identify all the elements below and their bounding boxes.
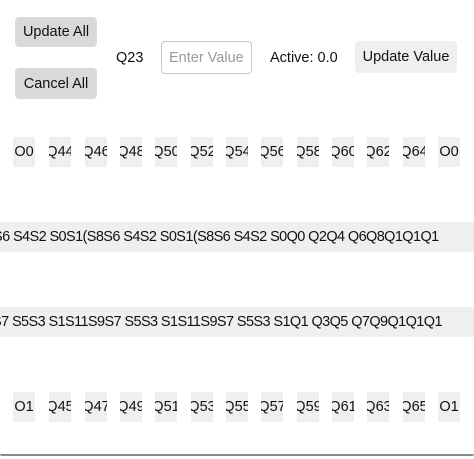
cell-button[interactable]: Q61 xyxy=(332,392,354,422)
value-input[interactable]: Enter Value xyxy=(161,41,252,74)
cell-button[interactable]: Q53 xyxy=(191,392,213,422)
cell-row-1: O0 Q44 Q46 Q48 Q50 Q52 Q54 Q56 Q58 Q60 Q… xyxy=(0,137,474,167)
cell-button[interactable]: O1 xyxy=(13,392,35,422)
active-value-label: Active: 0.0 xyxy=(270,50,338,66)
update-value-button[interactable]: Update Value xyxy=(355,41,457,73)
cancel-all-button[interactable]: Cancel All xyxy=(15,68,97,99)
cell-button[interactable]: Q56 xyxy=(261,137,283,167)
cell-button[interactable]: Q44 xyxy=(49,137,71,167)
update-all-button[interactable]: Update All xyxy=(15,17,97,47)
cell-button[interactable]: Q57 xyxy=(261,392,283,422)
overlapping-cell-labels[interactable]: S7 S5S3 S1S11S9S7 S5S3 S1S11S9S7 S5S3 S1… xyxy=(0,307,443,337)
cell-button[interactable]: O0 xyxy=(438,137,460,167)
cell-button[interactable]: Q52 xyxy=(191,137,213,167)
cell-button[interactable]: Q50 xyxy=(155,137,177,167)
cell-button[interactable]: Q58 xyxy=(297,137,319,167)
selected-id-label: Q23 xyxy=(116,50,144,66)
cell-button[interactable]: Q64 xyxy=(403,137,425,167)
cell-button[interactable]: Q48 xyxy=(120,137,142,167)
cell-button[interactable]: Q46 xyxy=(85,137,107,167)
cell-button[interactable]: O1 xyxy=(438,392,460,422)
cell-row-2: S6 S4S2 S0S1(S8S6 S4S2 S0S1(S8S6 S4S2 S0… xyxy=(0,222,474,252)
cell-row-4: O1 Q45 Q47 Q49 Q51 Q53 Q55 Q57 Q59 Q61 Q… xyxy=(0,392,474,422)
cell-button[interactable]: Q60 xyxy=(332,137,354,167)
cell-button[interactable]: Q51 xyxy=(155,392,177,422)
cell-button[interactable]: Q63 xyxy=(367,392,389,422)
cell-button[interactable]: Q47 xyxy=(85,392,107,422)
cell-row-3: S7 S5S3 S1S11S9S7 S5S3 S1S11S9S7 S5S3 S1… xyxy=(0,307,474,337)
cell-button[interactable]: Q49 xyxy=(120,392,142,422)
cell-button[interactable]: O0 xyxy=(13,137,35,167)
cell-button[interactable]: Q62 xyxy=(367,137,389,167)
cell-button[interactable]: Q45 xyxy=(49,392,71,422)
cell-button[interactable]: Q59 xyxy=(297,392,319,422)
panel-bottom-border xyxy=(0,454,474,456)
cell-button[interactable]: Q65 xyxy=(403,392,425,422)
overlapping-cell-labels[interactable]: S6 S4S2 S0S1(S8S6 S4S2 S0S1(S8S6 S4S2 S0… xyxy=(0,222,439,252)
cell-button[interactable]: Q55 xyxy=(226,392,248,422)
cell-button[interactable]: Q54 xyxy=(226,137,248,167)
